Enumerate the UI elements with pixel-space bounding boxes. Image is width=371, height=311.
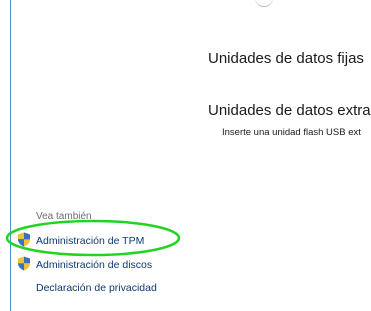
removable-drives-heading: Unidades de datos extraíbl (208, 102, 371, 119)
removable-drives-hint: Inserte una unidad flash USB ext (222, 127, 361, 138)
uac-shield-icon (18, 256, 30, 271)
uac-shield-icon (18, 232, 30, 247)
tpm-management-link[interactable]: Administración de TPM (36, 235, 144, 247)
privacy-statement-link[interactable]: Declaración de privacidad (36, 282, 157, 294)
partial-graphic (255, 0, 273, 7)
disk-management-link[interactable]: Administración de discos (36, 259, 152, 271)
see-also-label: Vea también (36, 211, 92, 222)
fixed-drives-heading: Unidades de datos fijas (208, 50, 364, 67)
left-pane-border (10, 0, 11, 311)
